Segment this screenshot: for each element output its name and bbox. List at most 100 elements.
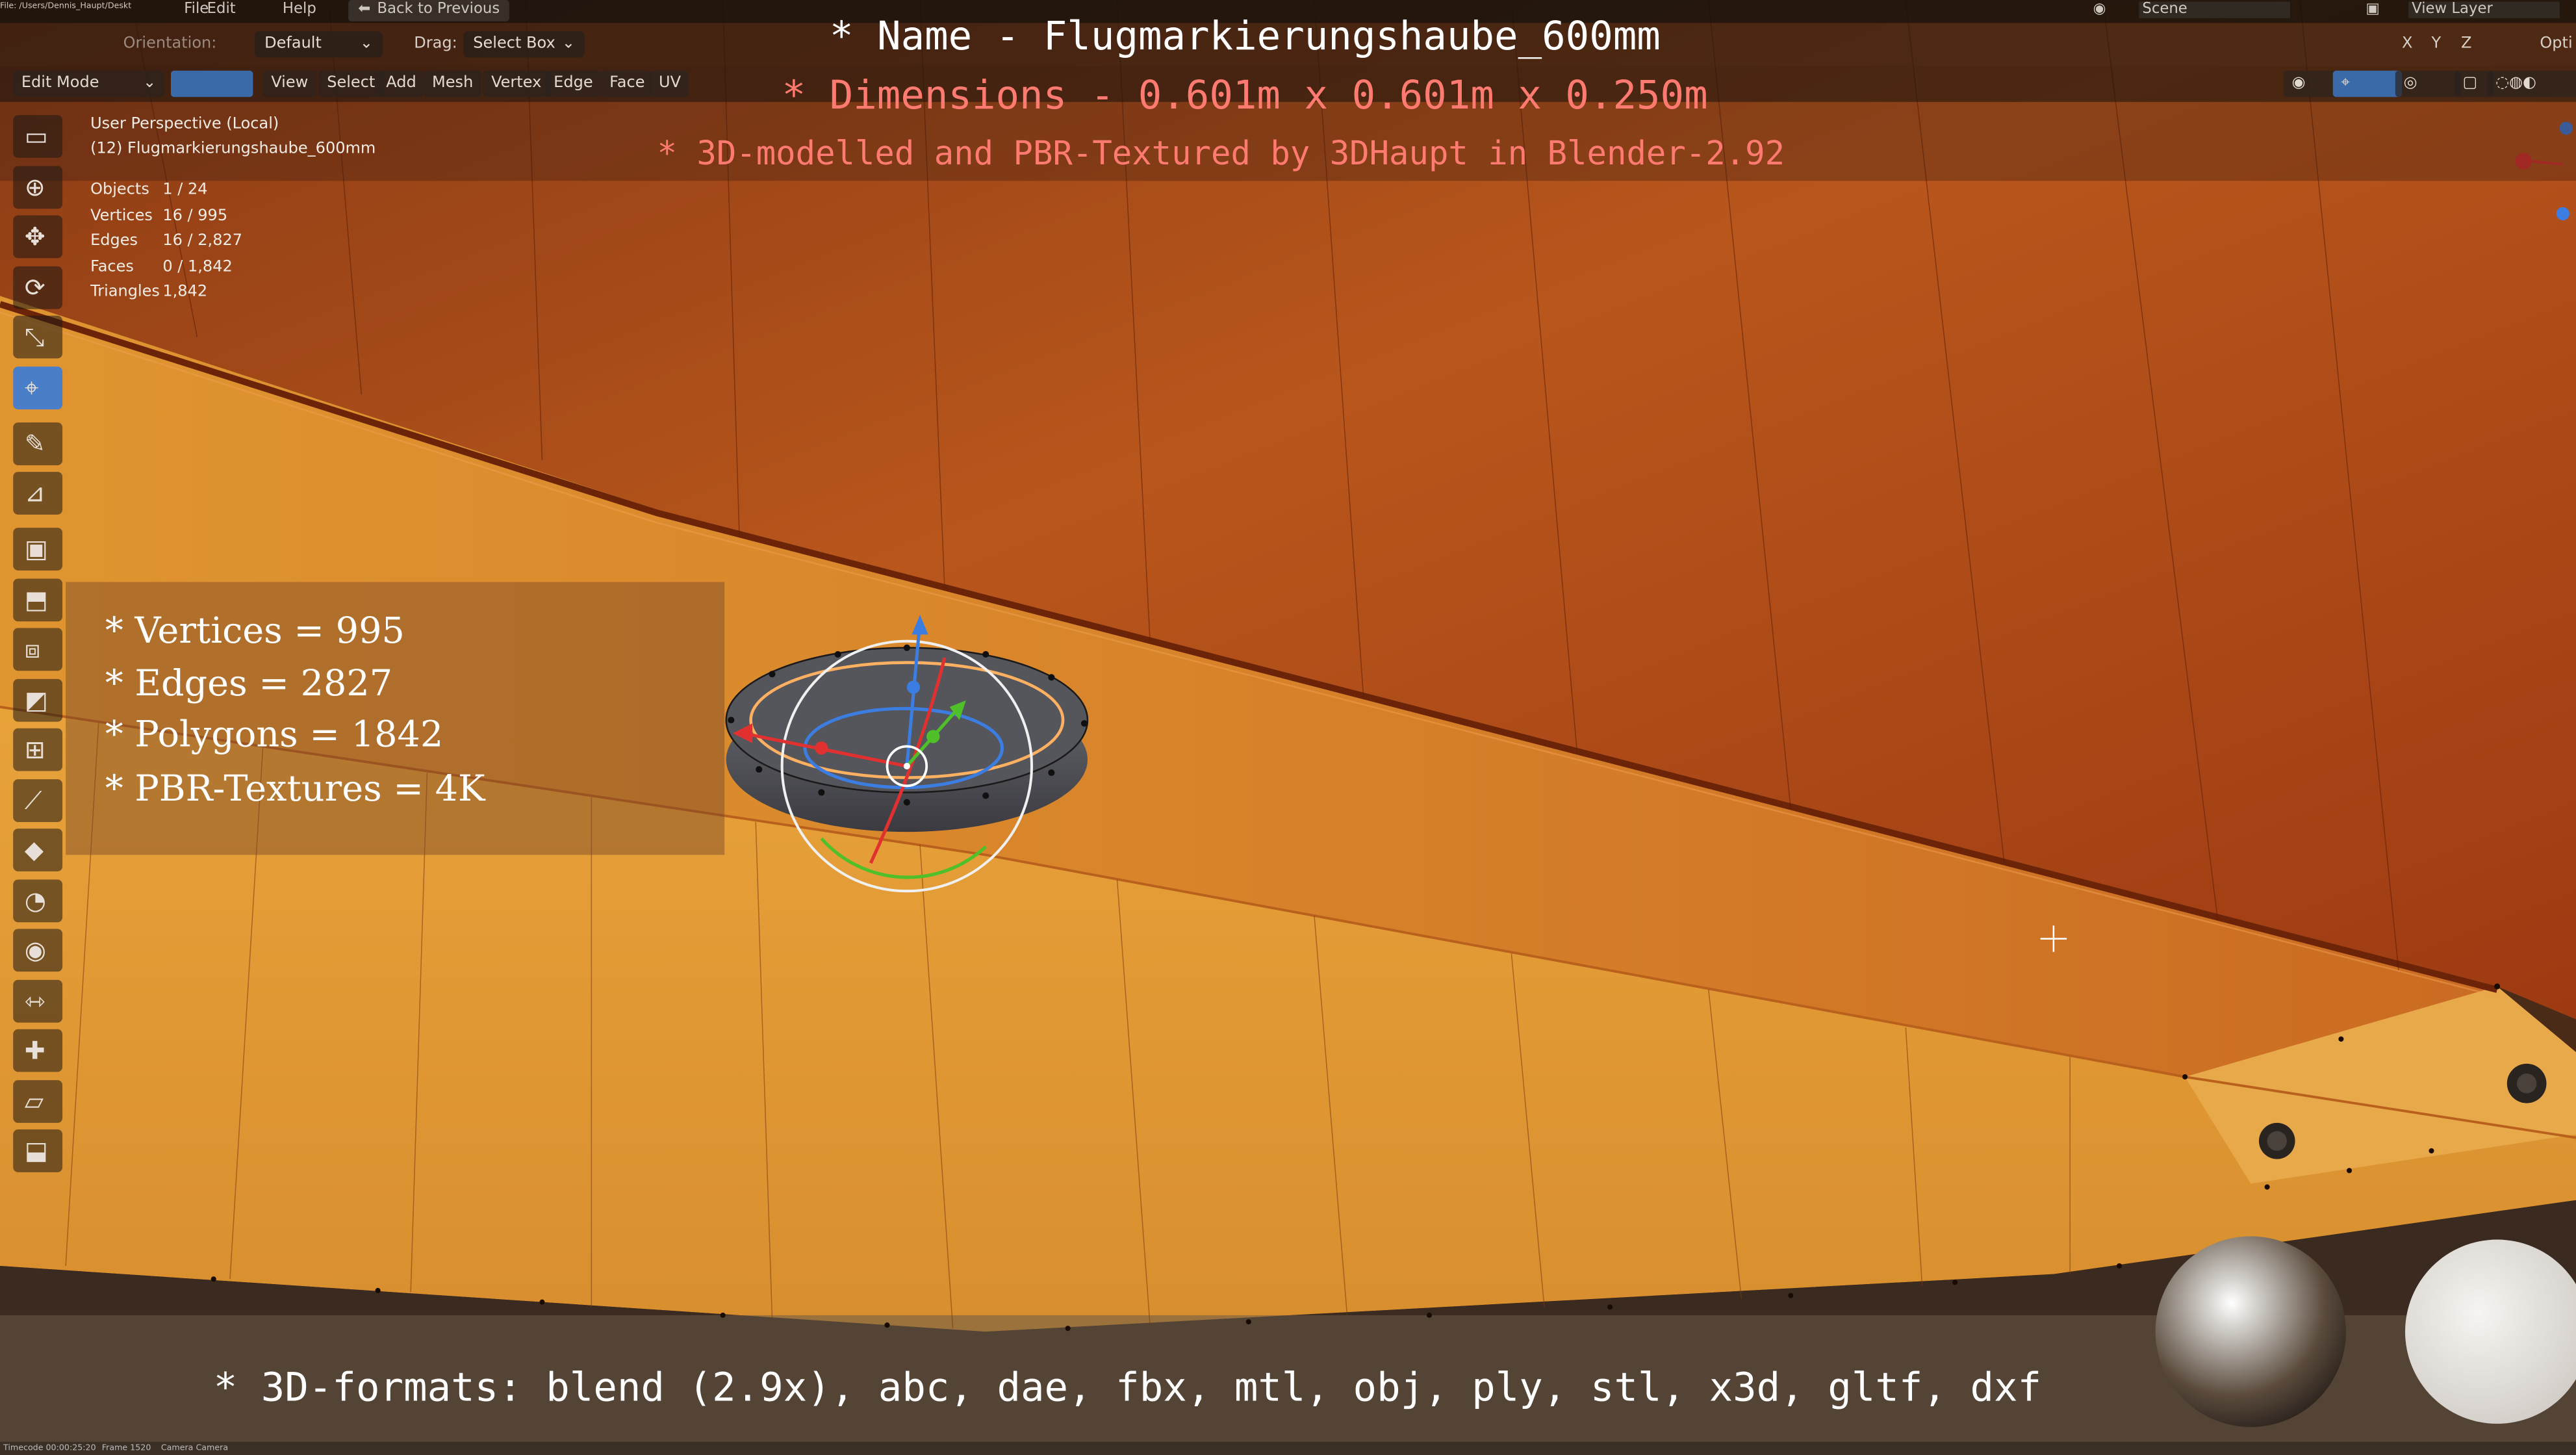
left-toolbar: ▭ ⊕ ✥ ⟳ ⤡ ⌖ ✎ ⊿ ▣ ⬒ ⧈ ◩ ⊞ ⟋ ◆ ◔ ◉ ⇿ ✚ ▱ ⬓ (10, 115, 66, 1250)
menu-file[interactable]: File (184, 2, 209, 18)
mesh-info-panel: * Vertices = 995 * Edges = 2827 * Polygo… (66, 582, 725, 855)
knife-icon: ⟋ (24, 785, 42, 815)
poly-build-icon: ◆ (24, 835, 44, 865)
view-layer-icon: ▣ (2366, 1, 2380, 18)
orientation-dropdown[interactable]: Default ⌄ (254, 31, 383, 58)
bevel-icon: ◩ (24, 684, 48, 715)
smooth-icon: ◉ (24, 935, 47, 966)
tool-extrude[interactable]: ⬒ (13, 578, 63, 621)
tool-poly-build[interactable]: ◆ (13, 829, 63, 871)
overlay-dimensions-line: * Dimensions - 0.601m x 0.601m x 0.250m (782, 72, 1708, 119)
info-polygons: * Polygons = 1842 (105, 715, 444, 756)
options-menu[interactable]: Opti (2540, 31, 2572, 57)
tool-rip[interactable]: ⬓ (13, 1129, 63, 1172)
stat-value: 1 / 24 (162, 181, 208, 200)
annotate-icon: ✎ (24, 428, 45, 458)
stat-label: Objects (90, 181, 149, 200)
extrude-icon: ⬒ (24, 584, 48, 614)
tool-spin[interactable]: ◔ (13, 879, 63, 922)
stat-row: Faces 0 / 1,842 (90, 257, 233, 276)
stat-label: Faces (90, 257, 134, 276)
shear-icon: ▱ (24, 1085, 44, 1116)
visibility-icon[interactable]: ◉ (2283, 70, 2340, 97)
stat-value: 0 / 1,842 (162, 257, 233, 276)
status-bar: Timecode 00:00:25:20 Frame 1520 Camera C… (0, 1441, 2576, 1455)
tool-select-box[interactable]: ▭ (13, 115, 63, 158)
chevron-down-icon: ⌄ (143, 73, 157, 92)
stat-row: Vertices 16 / 995 (90, 206, 227, 225)
select-mode-buttons[interactable] (170, 70, 253, 97)
scene-selector[interactable]: Scene (2139, 1, 2291, 18)
menu-uv[interactable]: UV (650, 70, 689, 97)
tool-knife[interactable]: ⟋ (13, 778, 63, 821)
axis-y-toggle[interactable]: Y (2431, 31, 2441, 57)
spin-icon: ◔ (24, 885, 47, 915)
shading-mode-icons[interactable]: ◌◍◐ (2487, 70, 2576, 97)
hdri-metal-sphere (2155, 1236, 2346, 1427)
tool-move[interactable]: ✥ (13, 215, 63, 259)
menu-help[interactable]: Help (283, 2, 316, 18)
measure-icon: ⊿ (24, 478, 45, 508)
tool-shrink-fatten[interactable]: ✚ (13, 1029, 63, 1072)
selected-mesh-ring (725, 644, 1089, 832)
tool-shear[interactable]: ▱ (13, 1079, 63, 1122)
chevron-down-icon: ⌄ (561, 34, 576, 53)
tool-smooth[interactable]: ◉ (13, 929, 63, 972)
overlay-toggle-icon[interactable]: ◎ (2395, 70, 2461, 97)
tool-inset[interactable]: ⧈ (13, 628, 63, 671)
stat-label: Vertices (90, 206, 153, 225)
menu-vertex[interactable]: Vertex (483, 70, 550, 97)
file-path-text: File: /Users/Dennis_Haupt/Desktop/Screen… (0, 1, 132, 12)
menu-mesh[interactable]: Mesh (424, 70, 481, 97)
overlay-credit-line: * 3D-modelled and PBR-Textured by 3DHaup… (657, 133, 1785, 173)
info-textures: * PBR-Textures = 4K (105, 769, 485, 811)
menu-face[interactable]: Face (601, 70, 654, 97)
tool-cursor[interactable]: ⊕ (13, 165, 63, 209)
tool-add-cube[interactable]: ▣ (13, 528, 63, 571)
drag-dropdown[interactable]: Select Box ⌄ (463, 31, 585, 58)
tool-transform[interactable]: ⌖ (13, 365, 63, 409)
add-cube-icon: ▣ (24, 534, 48, 564)
stat-label: Triangles (90, 283, 160, 301)
menu-select[interactable]: Select (318, 70, 383, 97)
frame-text: Frame 1520 (101, 1443, 151, 1454)
tool-rotate[interactable]: ⟳ (13, 265, 63, 309)
menu-add[interactable]: Add (377, 70, 425, 97)
edge-slide-icon: ⇿ (24, 985, 45, 1016)
mode-selector[interactable]: Edit Mode ⌄ (13, 70, 164, 97)
rotate-icon: ⟳ (24, 272, 45, 302)
axis-z-toggle[interactable]: Z (2461, 31, 2471, 57)
menu-view[interactable]: View (262, 70, 316, 97)
view-layer-selector[interactable]: View Layer (2408, 1, 2560, 18)
tool-bevel[interactable]: ◩ (13, 678, 63, 721)
tool-edge-slide[interactable]: ⇿ (13, 979, 63, 1022)
overlay-name-line: * Name - Flugmarkierungshaube_600mm (829, 13, 1661, 60)
object-label: (12) Flugmarkierungshaube_600mm (90, 140, 376, 158)
info-edges: * Edges = 2827 (105, 664, 393, 706)
gizmo-toggle-icon[interactable]: ⌖ (2332, 70, 2402, 97)
stat-row: Objects 1 / 24 (90, 181, 207, 200)
camera-text: Camera Camera (160, 1443, 229, 1454)
tool-measure[interactable]: ⊿ (13, 472, 63, 515)
stat-label: Edges (90, 231, 138, 250)
loop-cut-icon: ⊞ (24, 734, 45, 765)
tool-scale[interactable]: ⤡ (13, 315, 63, 359)
stat-row: Triangles 1,842 (90, 283, 207, 301)
timecode-text: Timecode 00:00:25:20 (3, 1443, 96, 1454)
menu-edge[interactable]: Edge (545, 70, 602, 97)
back-icon: ⬅ (358, 1, 371, 18)
back-to-previous-button[interactable]: ⬅ Back to Previous (348, 0, 510, 21)
inset-icon: ⧈ (24, 634, 41, 665)
perspective-label: User Perspective (Local) (90, 115, 279, 133)
tool-loop-cut[interactable]: ⊞ (13, 728, 63, 771)
scene-icon: ◉ (2093, 1, 2106, 18)
overlay-formats-line: * 3D-formats: blend (2.9x), abc, dae, fb… (213, 1364, 2042, 1411)
tool-annotate[interactable]: ✎ (13, 421, 63, 465)
orientation-label: Orientation: (123, 34, 217, 53)
axis-x-toggle[interactable]: X (2402, 31, 2412, 57)
transform-icon: ⌖ (24, 372, 39, 402)
scale-icon: ⤡ (24, 322, 45, 352)
menu-edit[interactable]: Edit (207, 2, 236, 18)
stat-row: Edges 16 / 2,827 (90, 231, 242, 250)
drag-label: Drag: (414, 34, 457, 53)
